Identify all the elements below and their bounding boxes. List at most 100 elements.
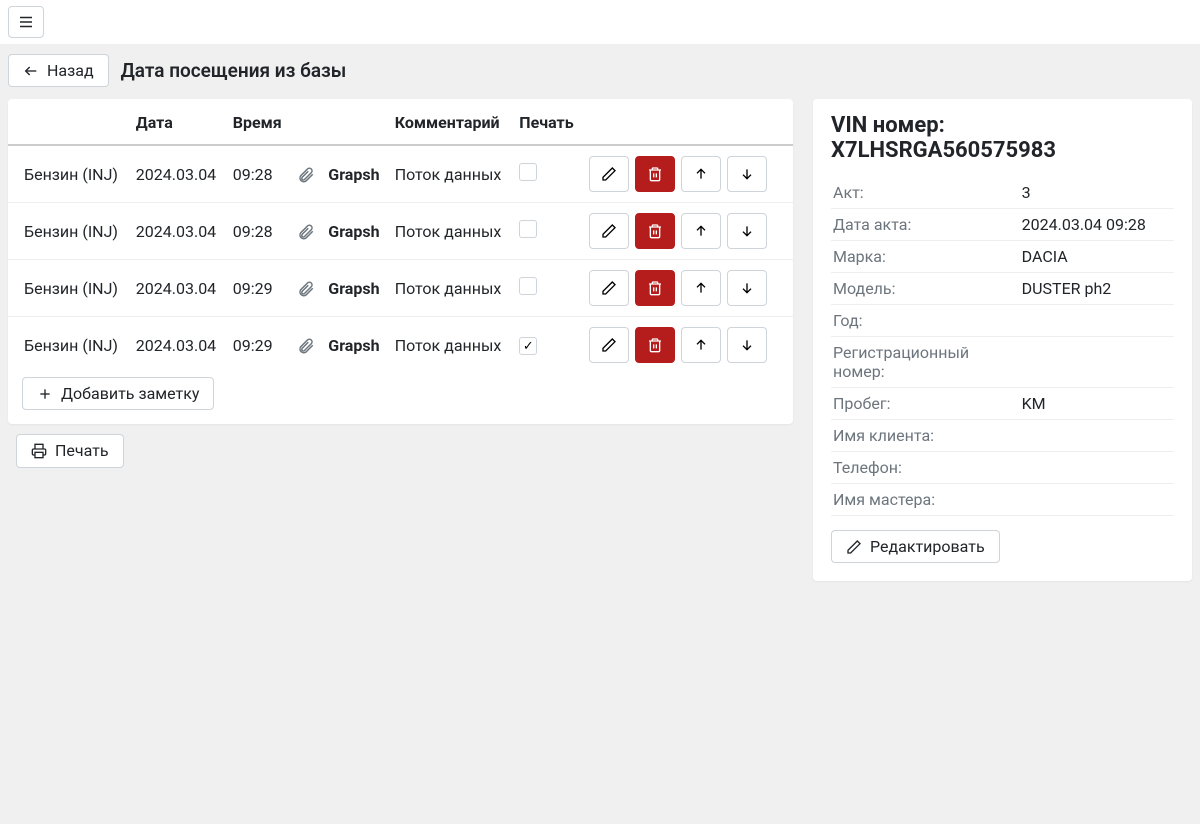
cell-time: 09:28 [227,203,291,260]
print-button[interactable]: Печать [16,434,124,467]
cell-actions [583,145,793,203]
details-key: Модель: [831,273,1020,305]
paperclip-icon[interactable] [297,221,315,240]
details-row: Акт:3 [831,177,1174,209]
table-header-row: Дата Время Комментарий Печать [8,99,793,145]
details-value: KM [1020,388,1174,420]
cell-date: 2024.03.04 [130,260,227,317]
details-key: Телефон: [831,452,1020,484]
below-table: Добавить заметку [8,373,793,424]
visits-table: Дата Время Комментарий Печать Бензин (IN… [8,99,793,373]
details-key: Пробег: [831,388,1020,420]
delete-row-button[interactable] [635,270,675,306]
details-key: Регистрационный номер: [831,337,1020,388]
cell-tag: Grapsh [322,203,388,260]
delete-row-button[interactable] [635,327,675,363]
cell-date: 2024.03.04 [130,317,227,374]
cell-fuel: Бензин (INJ) [8,145,130,203]
details-key: Имя клиента: [831,420,1020,452]
details-key: Дата акта: [831,209,1020,241]
page-title: Дата посещения из базы [121,59,347,82]
cell-fuel: Бензин (INJ) [8,260,130,317]
move-down-button[interactable] [727,156,767,192]
details-value: 3 [1020,177,1174,209]
details-actions: Редактировать [831,530,1174,563]
paperclip-icon[interactable] [297,164,315,183]
cell-actions [583,317,793,374]
vin-label: VIN номер: [831,113,945,138]
cell-date: 2024.03.04 [130,203,227,260]
cell-fuel: Бензин (INJ) [8,317,130,374]
add-note-label: Добавить заметку [61,384,199,403]
move-up-button[interactable] [681,213,721,249]
details-row: Имя клиента: [831,420,1174,452]
cell-actions [583,203,793,260]
col-date: Дата [130,99,227,145]
print-checkbox[interactable] [519,277,537,295]
col-actions [583,99,793,145]
move-up-button[interactable] [681,156,721,192]
cell-tag: Grapsh [322,145,388,203]
details-value [1020,420,1174,452]
edit-row-button[interactable] [589,156,629,192]
details-row: Пробег:KM [831,388,1174,420]
move-up-button[interactable] [681,270,721,306]
edit-row-button[interactable] [589,327,629,363]
move-down-button[interactable] [727,213,767,249]
cell-date: 2024.03.04 [130,145,227,203]
cell-comment: Поток данных [389,145,514,203]
details-table: Акт:3Дата акта:2024.03.04 09:28Марка:DAC… [831,177,1174,516]
page-header: Назад Дата посещения из базы [0,44,1200,99]
print-checkbox[interactable] [519,220,537,238]
cell-time: 09:28 [227,145,291,203]
delete-row-button[interactable] [635,213,675,249]
cell-tag: Grapsh [322,260,388,317]
col-comment: Комментарий [389,99,514,145]
printer-icon [31,443,47,459]
plus-icon [37,386,53,402]
cell-time: 09:29 [227,260,291,317]
cell-fuel: Бензин (INJ) [8,203,130,260]
cell-attach [291,317,323,374]
back-button[interactable]: Назад [8,54,109,87]
main-column: Дата Время Комментарий Печать Бензин (IN… [8,99,793,581]
paperclip-icon[interactable] [297,335,315,354]
details-row: Имя мастера: [831,484,1174,516]
details-value [1020,452,1174,484]
table-row: Бензин (INJ)2024.03.0409:29 GrapshПоток д… [8,260,793,317]
delete-row-button[interactable] [635,156,675,192]
menu-toggle-button[interactable] [8,6,44,38]
cell-print [513,145,583,203]
col-attach [291,99,323,145]
edit-row-button[interactable] [589,270,629,306]
layout: Дата Время Комментарий Печать Бензин (IN… [0,99,1200,589]
vin-value: X7LHSRGA560575983 [831,138,1056,163]
add-note-button[interactable]: Добавить заметку [22,377,214,410]
details-row: Телефон: [831,452,1174,484]
print-checkbox[interactable]: ✓ [519,337,537,355]
cell-attach [291,203,323,260]
edit-row-button[interactable] [589,213,629,249]
move-down-button[interactable] [727,327,767,363]
edit-button[interactable]: Редактировать [831,530,1000,563]
cell-print [513,203,583,260]
print-checkbox[interactable] [519,163,537,181]
cell-comment: Поток данных [389,260,514,317]
cell-actions [583,260,793,317]
details-row: Год: [831,305,1174,337]
cell-comment: Поток данных [389,317,514,374]
details-row: Марка:DACIA [831,241,1174,273]
table-row: Бензин (INJ)2024.03.0409:29GrapshПоток д… [8,317,793,374]
move-down-button[interactable] [727,270,767,306]
details-row: Дата акта:2024.03.04 09:28 [831,209,1174,241]
paperclip-icon[interactable] [297,278,315,297]
move-up-button[interactable] [681,327,721,363]
details-value [1020,337,1174,388]
details-key: Имя мастера: [831,484,1020,516]
edit-label: Редактировать [870,537,985,556]
arrow-left-icon [23,63,39,79]
back-label: Назад [47,61,94,80]
details-key: Марка: [831,241,1020,273]
details-key: Год: [831,305,1020,337]
details-row: Модель:DUSTER ph2 [831,273,1174,305]
